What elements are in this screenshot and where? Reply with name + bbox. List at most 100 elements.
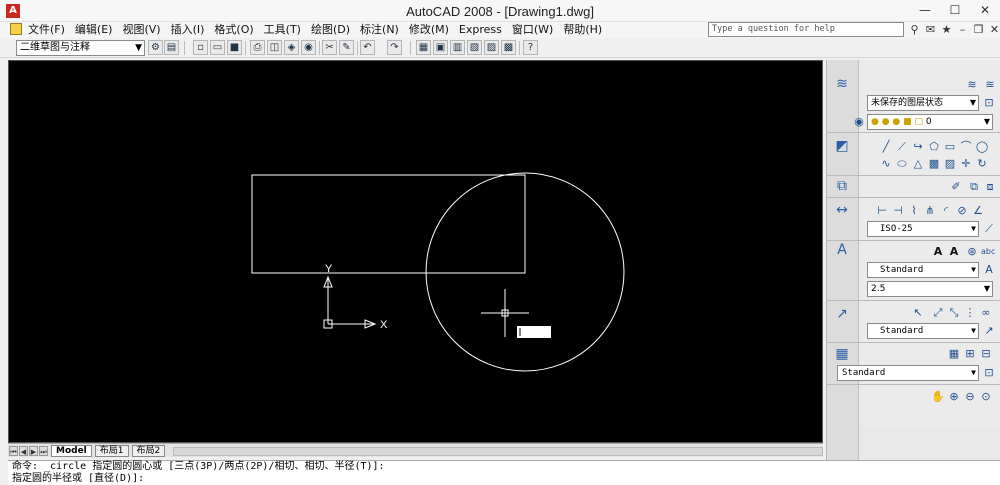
match-properties-icon[interactable]: ✎ <box>339 40 354 55</box>
pan-icon[interactable]: ✋ <box>931 390 945 404</box>
search-icon[interactable]: ⚲ <box>907 22 922 37</box>
menu-tools[interactable]: 工具(T) <box>264 23 301 37</box>
multileader-panel-icon[interactable]: ↗ <box>833 306 851 322</box>
hatch-icon[interactable]: ▩ <box>927 157 941 171</box>
minimize-button[interactable]: — <box>910 0 940 20</box>
angular-dim-icon[interactable]: ∠ <box>971 204 985 218</box>
arc-length-dim-icon[interactable]: ⌇ <box>907 204 921 218</box>
favorites-icon[interactable]: ★ <box>939 22 954 37</box>
rotate-icon[interactable]: ↻ <box>975 157 989 171</box>
close-button[interactable]: ✕ <box>970 0 1000 20</box>
last-tab-button[interactable]: ⏭ <box>39 445 48 456</box>
publish-icon[interactable]: ◈ <box>284 40 299 55</box>
dimension-panel-icon[interactable]: ↔ <box>833 202 851 218</box>
text-panel-icon[interactable]: A <box>833 242 851 258</box>
open-file-icon[interactable]: ▭ <box>210 40 225 55</box>
table-panel-icon[interactable]: ▦ <box>833 346 851 362</box>
zoom-realtime-icon[interactable]: ⊕ <box>947 390 961 404</box>
menu-view[interactable]: 视图(V) <box>122 23 160 37</box>
menu-help[interactable]: 帮助(H) <box>563 23 602 37</box>
dynamic-input-box[interactable] <box>517 326 551 338</box>
doc-close-icon[interactable]: ✕ <box>987 22 1000 37</box>
command-window[interactable]: 命令: _circle 指定圆的圆心或 [三点(3P)/两点(2P)/相切、相切… <box>8 460 1000 485</box>
text-style-manager-icon[interactable]: A <box>982 263 996 277</box>
spell-check-icon[interactable]: abc <box>981 245 995 259</box>
point-icon[interactable]: △ <box>911 157 925 171</box>
construction-line-icon[interactable]: ⟋ <box>895 140 909 154</box>
dim-style-select[interactable]: ISO-25 ▼ <box>867 221 979 237</box>
properties-icon[interactable]: ▦ <box>416 40 431 55</box>
menu-draw[interactable]: 绘图(D) <box>311 23 350 37</box>
layer-current-icon[interactable]: ◉ <box>852 115 866 129</box>
radius-dim-icon[interactable]: ◜ <box>939 204 953 218</box>
mleader-style-manager-icon[interactable]: ↗ <box>982 324 996 338</box>
table-style-select[interactable]: Standard ▼ <box>837 365 979 381</box>
polyline-icon[interactable]: ↪ <box>911 140 925 154</box>
next-tab-button[interactable]: ▶ <box>29 445 38 456</box>
menu-insert[interactable]: 插入(I) <box>171 23 205 37</box>
find-text-icon[interactable]: ⊛ <box>965 245 979 259</box>
zoom-window-icon[interactable]: ⊖ <box>963 390 977 404</box>
undo-icon[interactable]: ↶ <box>360 40 375 55</box>
menu-format[interactable]: 格式(O) <box>214 23 253 37</box>
workspace-save-icon[interactable]: ▤ <box>164 40 179 55</box>
document-icon[interactable] <box>10 23 22 35</box>
collect-leaders-icon[interactable]: ∞ <box>979 306 993 320</box>
remove-leader-icon[interactable]: ⤡ <box>947 306 961 320</box>
layer-previous-icon[interactable]: ⧈ <box>983 180 997 194</box>
layer-state-manager-icon[interactable]: ⊡ <box>982 96 996 110</box>
menu-window[interactable]: 窗口(W) <box>512 23 553 37</box>
text-style-select[interactable]: Standard ▼ <box>867 262 979 278</box>
print-icon[interactable]: ⎙ <box>250 40 265 55</box>
multileader-icon[interactable]: ↖ <box>911 306 925 320</box>
tool-palettes-icon[interactable]: ▥ <box>450 40 465 55</box>
rectangle-tool-icon[interactable]: ▭ <box>943 140 957 154</box>
layer-states-icon[interactable]: ≊ <box>983 78 997 92</box>
menu-modify[interactable]: 修改(M) <box>409 23 449 37</box>
table-style-manager-icon[interactable]: ⊡ <box>982 366 996 380</box>
single-line-text-icon[interactable]: A <box>947 245 961 259</box>
redo-icon[interactable]: ↷ <box>387 40 402 55</box>
export-table-icon[interactable]: ⊞ <box>963 347 977 361</box>
3d-dwf-icon[interactable]: ◉ <box>301 40 316 55</box>
mleader-style-select[interactable]: Standard ▼ <box>867 323 979 339</box>
aligned-dim-icon[interactable]: ⊣ <box>891 204 905 218</box>
make-current-icon[interactable]: ✐ <box>949 180 963 194</box>
first-tab-button[interactable]: ⏮ <box>9 445 18 456</box>
cut-icon[interactable]: ✂ <box>322 40 337 55</box>
gradient-icon[interactable]: ▨ <box>943 157 957 171</box>
menu-express[interactable]: Express <box>459 23 502 37</box>
menu-dimension[interactable]: 标注(N) <box>360 23 399 37</box>
rectangle-entity[interactable] <box>251 174 526 274</box>
design-center-icon[interactable]: ▣ <box>433 40 448 55</box>
layer-state-select[interactable]: 未保存的图层状态 ▼ <box>867 95 979 111</box>
menu-file[interactable]: 文件(F) <box>28 23 65 37</box>
ordinate-dim-icon[interactable]: ⋔ <box>923 204 937 218</box>
new-file-icon[interactable]: ▫ <box>193 40 208 55</box>
tab-layout1[interactable]: 布局1 <box>94 444 129 457</box>
layers-panel-icon[interactable]: ≋ <box>833 76 851 92</box>
workspace-select[interactable]: 二维草图与注释 ▼ <box>16 40 145 56</box>
linear-dim-icon[interactable]: ⊢ <box>875 204 889 218</box>
2d-draw-panel-icon[interactable]: ◩ <box>833 138 851 154</box>
layer-select[interactable]: ● ● ● ■ □ 0 ▼ <box>867 114 993 130</box>
tab-model[interactable]: Model <box>51 444 92 457</box>
markup-icon[interactable]: ▨ <box>484 40 499 55</box>
horizontal-scrollbar[interactable] <box>173 447 823 456</box>
maximize-button[interactable]: ☐ <box>940 0 970 20</box>
help-icon[interactable]: ? <box>523 40 538 55</box>
save-icon[interactable]: ■ <box>227 40 242 55</box>
multiline-text-icon[interactable]: A <box>931 245 945 259</box>
polygon-icon[interactable]: ⬠ <box>927 140 941 154</box>
dim-style-manager-icon[interactable]: ⟋ <box>982 222 996 236</box>
drawing-canvas[interactable]: Y X <box>8 60 823 443</box>
insert-table-icon[interactable]: ▦ <box>947 347 961 361</box>
sheet-set-icon[interactable]: ▧ <box>467 40 482 55</box>
add-leader-icon[interactable]: ⤢ <box>931 306 945 320</box>
circle-tool-icon[interactable]: ◯ <box>975 140 989 154</box>
prev-tab-button[interactable]: ◀ <box>19 445 28 456</box>
layer-properties-icon[interactable]: ≋ <box>965 78 979 92</box>
table-style-icon[interactable]: ⊟ <box>979 347 993 361</box>
align-leaders-icon[interactable]: ⋮ <box>963 306 977 320</box>
print-preview-icon[interactable]: ◫ <box>267 40 282 55</box>
